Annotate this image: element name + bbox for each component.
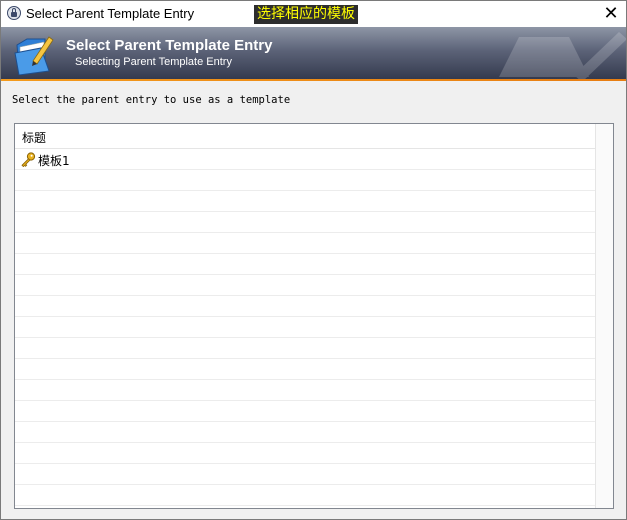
lock-icon	[7, 6, 21, 20]
banner: Select Parent Template Entry Selecting P…	[1, 27, 626, 79]
column-header-label: 标题	[22, 131, 47, 145]
window-title: Select Parent Template Entry	[26, 6, 195, 21]
banner-watermark-icon	[499, 32, 626, 79]
list-right-gutter	[596, 124, 613, 508]
banner-title: Select Parent Template Entry	[66, 37, 273, 54]
column-header-title[interactable]: 标题	[15, 124, 595, 149]
annotation-label: 选择相应的模板	[254, 5, 358, 24]
banner-subtitle: Selecting Parent Template Entry	[75, 56, 232, 68]
list-item-label: 模板1	[38, 154, 70, 168]
select-parent-template-dialog: Select Parent Template Entry 选择相应的模板 ✕ S…	[0, 0, 627, 520]
list-rows: 模板1	[15, 149, 595, 508]
instruction-text: Select the parent entry to use as a temp…	[12, 94, 291, 106]
list-item[interactable]: 模板1	[15, 149, 595, 170]
template-entry-list[interactable]: 标题 模板1	[14, 123, 614, 509]
close-button[interactable]: ✕	[596, 1, 626, 27]
title-bar[interactable]: Select Parent Template Entry 选择相应的模板 ✕	[1, 1, 626, 27]
key-icon	[21, 152, 36, 167]
folder-pencil-icon	[14, 36, 54, 75]
banner-accent-line	[1, 79, 626, 81]
